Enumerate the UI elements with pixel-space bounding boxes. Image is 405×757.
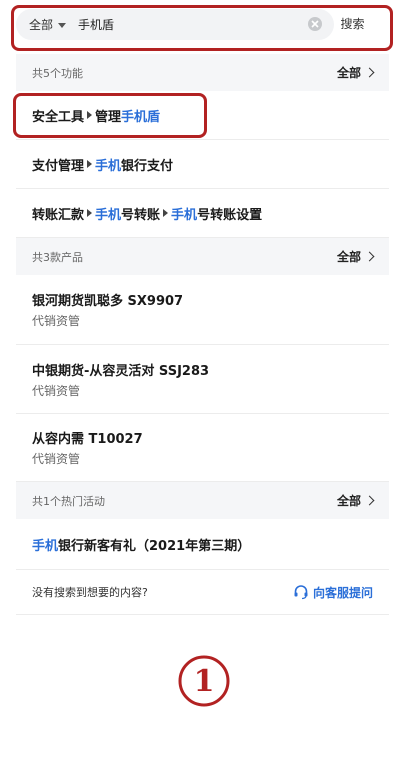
search-scope-label: 全部 — [29, 18, 54, 32]
search-query: 手机盾 — [78, 18, 115, 32]
caret-down-icon — [58, 22, 67, 28]
products-count: 共3款产品 — [32, 250, 83, 264]
caret-right-icon — [163, 209, 169, 217]
functions-section-header: 共5个功能 全部 — [16, 54, 389, 91]
functions-all-label: 全部 — [336, 66, 361, 80]
path-segment: 管理 — [95, 109, 122, 125]
ask-service-link[interactable]: 向客服提问 — [293, 584, 373, 601]
path-segment-highlight: 手机 — [95, 158, 122, 174]
step-number: 1 — [194, 664, 215, 699]
activity-item[interactable]: 手机银行新客有礼（2021年第三期） — [16, 519, 389, 570]
product-type: 代销资管 — [32, 452, 81, 466]
product-title: 银河期货凯聪多 SX9907 — [32, 294, 184, 309]
caret-right-icon — [87, 160, 93, 168]
chevron-right-icon — [364, 67, 375, 78]
help-footer: 没有搜索到想要的内容? 向客服提问 — [16, 570, 389, 615]
activity-title-highlight: 手机 — [32, 538, 59, 554]
function-item[interactable]: 支付管理 手机 银行支付 — [16, 140, 389, 189]
product-item[interactable]: 银河期货凯聪多 SX9907 代销资管 — [16, 275, 389, 345]
path-segment: 银行支付 — [121, 158, 174, 174]
ask-service-label: 向客服提问 — [312, 585, 373, 600]
chevron-right-icon — [364, 251, 375, 262]
help-question: 没有搜索到想要的内容? — [32, 586, 148, 599]
chevron-right-icon — [364, 495, 375, 506]
search-button[interactable]: 搜索 — [330, 15, 375, 32]
product-type: 代销资管 — [32, 383, 81, 398]
products-all-link[interactable]: 全部 — [336, 248, 375, 265]
caret-right-icon — [87, 111, 93, 119]
activity-title-rest: 银行新客有礼（2021年第三期） — [58, 538, 251, 554]
function-path: 安全工具 管理 手机盾 — [32, 106, 389, 125]
function-path: 转账汇款 手机 号转账 手机 号转账设置 — [32, 204, 389, 223]
path-segment-highlight: 手机 — [95, 207, 122, 223]
activities-all-label: 全部 — [336, 494, 361, 508]
step-number-badge: 1 — [178, 655, 230, 707]
function-path: 支付管理 手机 银行支付 — [32, 155, 389, 174]
product-item[interactable]: 中银期货-从容灵活对 SSJ283 代销资管 — [16, 345, 389, 414]
caret-right-icon — [87, 209, 93, 217]
path-segment: 转账汇款 — [32, 207, 85, 223]
products-section-header: 共3款产品 全部 — [16, 238, 389, 275]
activity-title: 手机银行新客有礼（2021年第三期） — [32, 535, 389, 554]
path-segment: 号转账 — [121, 207, 161, 223]
activities-section-header: 共1个热门活动 全部 — [16, 482, 389, 519]
search-scope-dropdown[interactable]: 全部 — [29, 16, 67, 33]
product-title: 从容内需 T10027 — [32, 432, 143, 447]
headset-icon — [294, 585, 308, 600]
product-type: 代销资管 — [32, 314, 81, 328]
path-segment-highlight: 手机 — [171, 207, 198, 223]
path-segment-highlight: 手机盾 — [121, 109, 161, 125]
functions-all-link[interactable]: 全部 — [336, 64, 375, 81]
functions-count: 共5个功能 — [32, 66, 83, 80]
function-item[interactable]: 转账汇款 手机 号转账 手机 号转账设置 — [16, 189, 389, 238]
activities-all-link[interactable]: 全部 — [336, 492, 375, 509]
product-title: 中银期货-从容灵活对 SSJ283 — [32, 363, 210, 379]
function-item[interactable]: 安全工具 管理 手机盾 — [16, 91, 389, 140]
path-segment: 支付管理 — [32, 158, 85, 174]
products-all-label: 全部 — [336, 250, 361, 264]
product-item[interactable]: 从容内需 T10027 代销资管 — [16, 414, 389, 482]
activities-count: 共1个热门活动 — [32, 494, 105, 508]
path-segment: 号转账设置 — [197, 207, 263, 223]
path-segment: 安全工具 — [32, 109, 85, 125]
search-input[interactable]: 全部 手机盾 — [16, 9, 334, 40]
clear-icon[interactable] — [308, 17, 322, 31]
